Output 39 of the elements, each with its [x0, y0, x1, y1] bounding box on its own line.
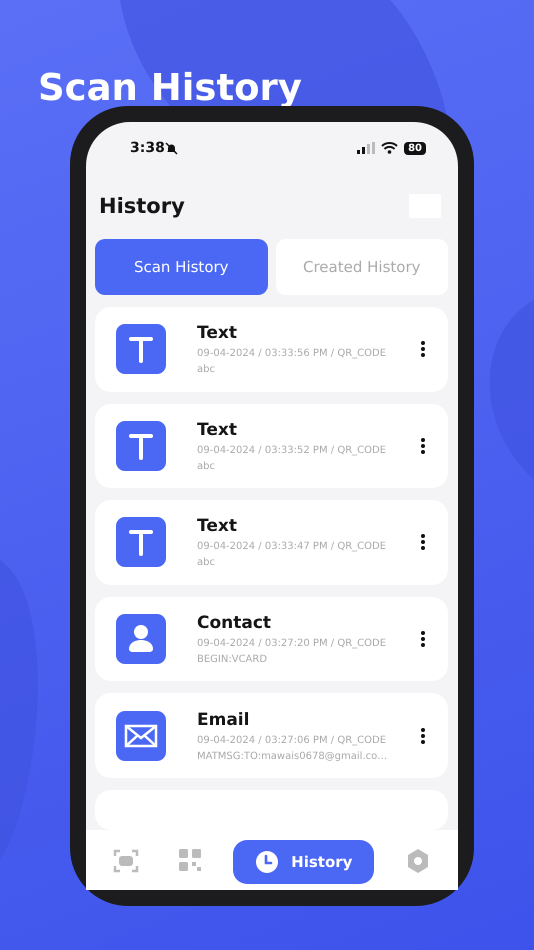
screen-title: History [99, 194, 185, 218]
wifi-icon [381, 142, 398, 154]
item-title: Email [197, 710, 250, 730]
item-meta: 09-04-2024 / 03:33:52 PM / QR_CODE [197, 444, 388, 456]
item-meta: 09-04-2024 / 03:27:20 PM / QR_CODE [197, 638, 388, 650]
item-title: Text [197, 323, 238, 344]
battery-level: 80 [404, 142, 426, 154]
item-title: Text [197, 516, 238, 536]
more-options-button[interactable] [418, 726, 428, 746]
history-card[interactable]: Email 09-04-2024 / 03:27:06 PM / QR_CODE MATMSG:TO:mawais0678@gmail.co… [95, 693, 448, 778]
text-type-icon [116, 517, 166, 568]
more-options-button[interactable] [418, 436, 428, 456]
item-title: Contact [197, 613, 272, 634]
clock-icon [255, 850, 280, 874]
item-meta: 09-04-2024 / 03:33:47 PM / QR_CODE [197, 541, 388, 552]
item-content: abc [197, 364, 216, 376]
item-title: Text [197, 420, 238, 440]
item-content: abc [197, 460, 216, 472]
more-options-button[interactable] [418, 532, 428, 552]
history-tab[interactable]: History [233, 840, 374, 884]
item-content: BEGIN:VCARD [197, 654, 268, 666]
signal-icon [357, 142, 376, 154]
history-card[interactable]: Text 09-04-2024 / 03:33:52 PM / QR_CODE abc [95, 404, 448, 488]
text-type-icon [116, 420, 166, 471]
envelope-icon [116, 710, 166, 761]
headline: Scan History [37, 65, 303, 106]
history-tab[interactable]: Scan History [95, 239, 268, 295]
item-content: MATMSG:TO:mawais0678@gmail.co… [197, 750, 388, 762]
item-meta: 09-04-2024 / 03:33:56 PM / QR_CODE [197, 348, 388, 360]
item-content: abc [197, 557, 216, 568]
more-options-button[interactable] [418, 629, 428, 650]
history-card[interactable]: Text 09-04-2024 / 03:33:47 PM / QR_CODE abc [95, 500, 448, 585]
text-type-icon [116, 324, 166, 374]
more-options-button[interactable] [418, 339, 428, 360]
item-meta: 09-04-2024 / 03:27:06 PM / QR_CODE [197, 734, 388, 746]
status-time: 3:38 [130, 140, 165, 156]
history-card[interactable]: Text 09-04-2024 / 03:33:56 PM / QR_CODE abc [95, 307, 448, 392]
person-icon [116, 614, 166, 664]
history-card[interactable]: Contact 09-04-2024 / 03:27:20 PM / QR_CODE BEGIN:VCARD [95, 596, 448, 682]
